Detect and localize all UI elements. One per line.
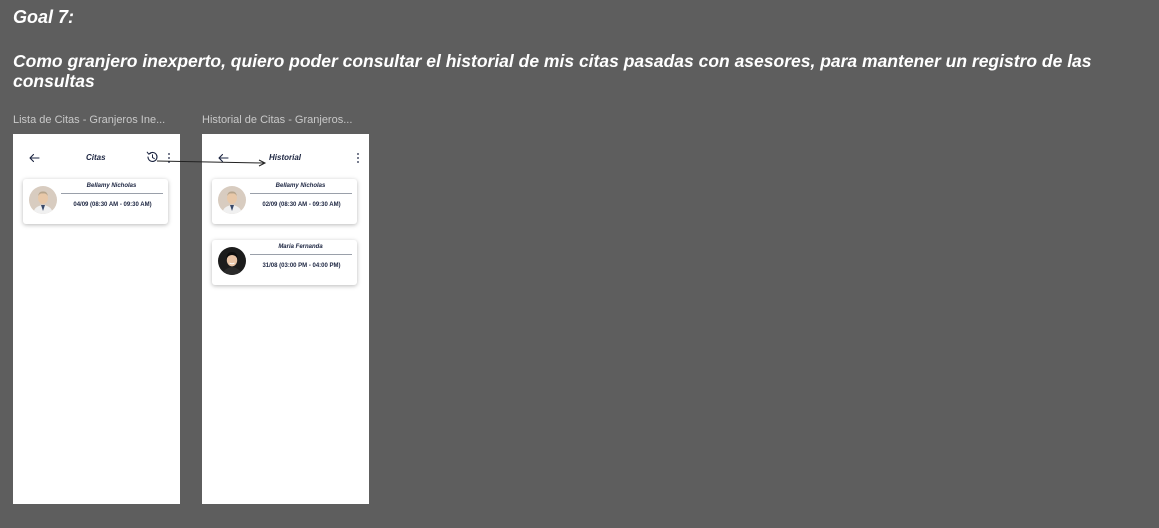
screen-title-historial: Historial (269, 153, 302, 162)
appointment-time: 04/09 (08:30 AM - 09:30 AM) (73, 202, 152, 208)
card-divider (250, 193, 352, 194)
appointment-time: 02/09 (08:30 AM - 09:30 AM) (262, 202, 341, 208)
appointment-card[interactable]: Bellamy Nicholas 02/09 (08:30 AM - 09:30… (212, 179, 357, 224)
back-arrow-icon[interactable] (216, 151, 230, 165)
advisor-name: Maria Fernanda (278, 244, 323, 250)
avatar (218, 186, 246, 214)
screen-title-citas: Citas (86, 153, 106, 162)
frame-historial-citas: Historial Bellamy Nicholas 02/09 (08:30 … (202, 134, 369, 504)
card-divider (61, 193, 163, 194)
appointment-card[interactable]: Maria Fernanda 31/08 (03:00 PM - 04:00 P… (212, 240, 357, 285)
card-divider (250, 254, 352, 255)
goal-description: Como granjero inexperto, quiero poder co… (13, 51, 1092, 91)
back-arrow-icon[interactable] (27, 151, 41, 165)
frame-label-lista-citas: Lista de Citas - Granjeros Ine... (13, 114, 166, 126)
frame-lista-citas: Citas Bellamy Nicholas 04/09 (08:30 AM -… (13, 134, 180, 504)
more-vertical-icon[interactable] (166, 151, 172, 165)
more-vertical-icon[interactable] (355, 151, 361, 165)
avatar (218, 247, 246, 275)
appointment-card[interactable]: Bellamy Nicholas 04/09 (08:30 AM - 09:30… (23, 179, 168, 224)
appointment-time: 31/08 (03:00 PM - 04:00 PM) (262, 263, 341, 269)
avatar (29, 186, 57, 214)
advisor-name: Bellamy Nicholas (86, 183, 137, 189)
frame-label-historial-citas: Historial de Citas - Granjeros... (202, 114, 353, 126)
goal-title: Goal 7: (13, 7, 75, 27)
history-icon[interactable] (145, 150, 159, 164)
advisor-name: Bellamy Nicholas (275, 183, 326, 189)
